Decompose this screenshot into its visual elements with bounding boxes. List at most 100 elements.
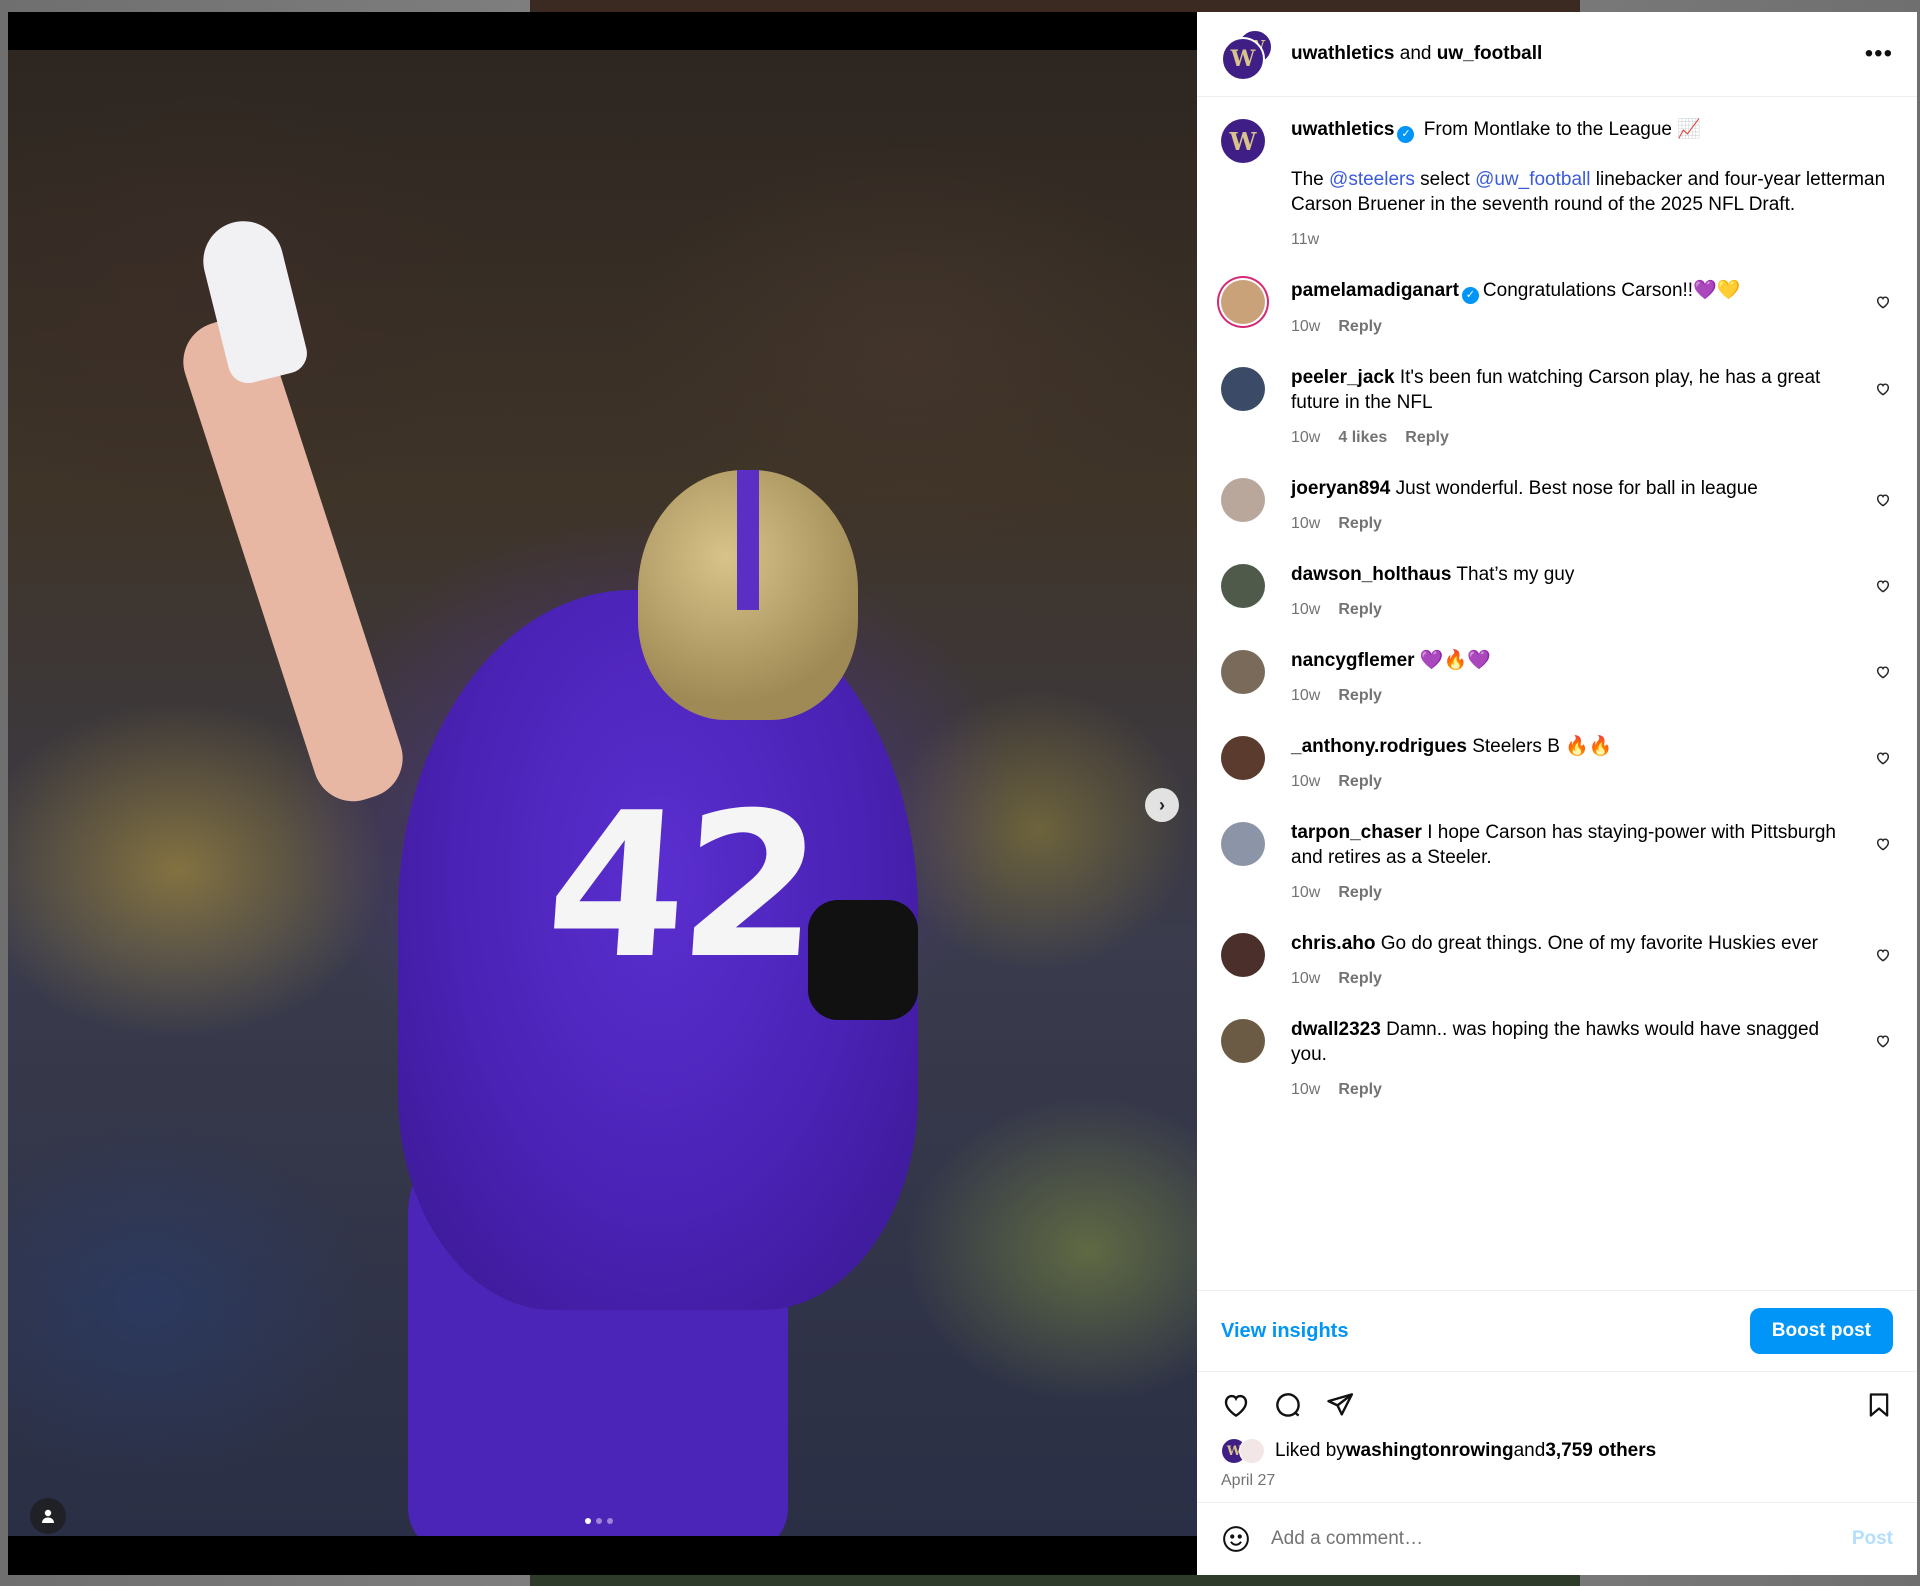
like-comment-heart-icon[interactable] <box>1875 294 1891 310</box>
avatar[interactable] <box>1221 933 1265 977</box>
like-comment-heart-icon[interactable] <box>1875 750 1891 766</box>
comment-time[interactable]: 10w <box>1291 884 1320 901</box>
comment-time[interactable]: 10w <box>1291 515 1320 532</box>
author-link[interactable]: uw_football <box>1437 43 1543 64</box>
boost-post-button[interactable]: Boost post <box>1749 1308 1893 1354</box>
like-comment-heart-icon[interactable] <box>1875 836 1891 852</box>
reply-button[interactable]: Reply <box>1338 884 1382 901</box>
bookmark-icon[interactable] <box>1865 1390 1893 1420</box>
like-comment-heart-icon[interactable] <box>1875 492 1891 508</box>
author-joiner: and <box>1399 43 1432 64</box>
reply-button[interactable]: Reply <box>1338 515 1382 532</box>
emoji-icon[interactable] <box>1221 1524 1251 1554</box>
post-date[interactable]: April 27 <box>1221 1472 1893 1490</box>
share-icon[interactable] <box>1325 1390 1355 1420</box>
comment-time[interactable]: 10w <box>1291 601 1320 618</box>
post-modal: 42 › W W uwathletics and uw_fo <box>8 12 1917 1575</box>
player-armband <box>808 900 918 1020</box>
comment-item: dawson_holthaus That’s my guy 10w Reply <box>1221 562 1893 622</box>
comment-likes[interactable]: 4 likes <box>1338 429 1387 446</box>
comment-username[interactable]: dawson_holthaus <box>1291 564 1451 585</box>
comment-item: peeler_jack It's been fun watching Carso… <box>1221 365 1893 450</box>
like-comment-heart-icon[interactable] <box>1875 947 1891 963</box>
likes-summary[interactable]: W Liked by washingtonrowing and 3,759 ot… <box>1221 1438 1893 1464</box>
avatar[interactable] <box>1221 650 1265 694</box>
comment-text: 💜🔥💜 <box>1419 650 1491 671</box>
comment-username[interactable]: _anthony.rodrigues <box>1291 736 1467 757</box>
caption-text-part: select <box>1414 169 1476 190</box>
reply-button[interactable]: Reply <box>1338 601 1382 618</box>
liked-count[interactable]: 3,759 others <box>1545 1440 1656 1462</box>
reply-button[interactable]: Reply <box>1338 318 1382 335</box>
like-comment-heart-icon[interactable] <box>1875 381 1891 397</box>
comment-username[interactable]: nancygflemer <box>1291 650 1415 671</box>
mention-link[interactable]: @steelers <box>1329 169 1415 190</box>
tagged-people-button[interactable] <box>30 1498 66 1534</box>
comment-text: Just wonderful. Best nose for ball in le… <box>1395 478 1758 499</box>
comment-time[interactable]: 10w <box>1291 687 1320 704</box>
avatar[interactable] <box>1221 736 1265 780</box>
avatar: W <box>1221 37 1265 81</box>
avatar[interactable] <box>1221 478 1265 522</box>
comment-username[interactable]: pamelamadiganart <box>1291 280 1459 301</box>
caption-headline: From Montlake to the League 📈 <box>1423 119 1701 140</box>
caption-time[interactable]: 11w <box>1291 231 1319 248</box>
verified-badge-icon: ✓ <box>1397 126 1415 143</box>
jersey-number: 42 <box>539 770 823 1003</box>
liked-prefix: Liked by <box>1275 1440 1346 1461</box>
avatar[interactable] <box>1221 367 1265 411</box>
reply-button[interactable]: Reply <box>1338 773 1382 790</box>
heart-icon[interactable] <box>1221 1390 1251 1420</box>
reply-button[interactable]: Reply <box>1338 687 1382 704</box>
comment-time[interactable]: 10w <box>1291 970 1320 987</box>
like-comment-heart-icon[interactable] <box>1875 578 1891 594</box>
caption-text-part: The <box>1291 169 1330 190</box>
avatar[interactable] <box>1221 564 1265 608</box>
comment-time[interactable]: 10w <box>1291 429 1320 446</box>
comment-username[interactable]: joeryan894 <box>1291 478 1390 499</box>
comment-username[interactable]: chris.aho <box>1291 933 1375 954</box>
comment-username[interactable]: peeler_jack <box>1291 367 1395 388</box>
comment-username[interactable]: dwall2323 <box>1291 1019 1381 1040</box>
like-comment-heart-icon[interactable] <box>1875 664 1891 680</box>
carousel-next-button[interactable]: › <box>1145 788 1179 822</box>
carousel-dot <box>596 1518 602 1524</box>
post-photo[interactable]: 42 <box>8 50 1197 1536</box>
comment-text: Steelers B 🔥🔥 <box>1472 736 1613 757</box>
reply-button[interactable]: Reply <box>1405 429 1449 446</box>
post-comment-button[interactable]: Post <box>1852 1528 1893 1550</box>
avatar[interactable]: W <box>1221 119 1265 163</box>
avatar[interactable] <box>1221 280 1265 324</box>
liked-user[interactable]: washingtonrowing <box>1346 1440 1514 1462</box>
comment-item: dwall2323 Damn.. was hoping the hawks wo… <box>1221 1017 1893 1102</box>
reply-button[interactable]: Reply <box>1338 970 1382 987</box>
post-author-title: uwathletics and uw_football <box>1291 43 1865 65</box>
author-link[interactable]: uwathletics <box>1291 43 1394 64</box>
post-media: 42 › <box>8 12 1197 1575</box>
collab-avatars[interactable]: W W <box>1221 29 1273 81</box>
comment-icon[interactable] <box>1273 1390 1303 1420</box>
caption-username[interactable]: uwathletics <box>1291 119 1394 140</box>
avatar[interactable] <box>1221 822 1265 866</box>
feed-backdrop-strip <box>530 1574 1580 1586</box>
reply-button[interactable]: Reply <box>1338 1081 1382 1098</box>
comment-item: pamelamadiganart ✓ Congratulations Carson!… <box>1221 278 1893 339</box>
comments-list[interactable]: W uwathletics ✓ From Montlake to the Leag… <box>1197 97 1917 1290</box>
carousel-dot <box>607 1518 613 1524</box>
comment-time[interactable]: 10w <box>1291 1081 1320 1098</box>
more-horizontal-icon[interactable]: ••• <box>1865 40 1893 68</box>
comment-time[interactable]: 10w <box>1291 773 1320 790</box>
comment-text: Congratulations Carson!!💜💛 <box>1482 280 1741 301</box>
carousel-dots <box>585 1518 613 1524</box>
like-comment-heart-icon[interactable] <box>1875 1033 1891 1049</box>
post-actions: W Liked by washingtonrowing and 3,759 ot… <box>1197 1371 1917 1502</box>
player-helmet <box>638 470 858 720</box>
comment-time[interactable]: 10w <box>1291 318 1320 335</box>
comment-username[interactable]: tarpon_chaser <box>1291 822 1422 843</box>
mention-link[interactable]: @uw_football <box>1475 169 1590 190</box>
view-insights-link[interactable]: View insights <box>1221 1320 1348 1343</box>
chevron-right-icon: › <box>1159 794 1165 815</box>
avatar[interactable] <box>1221 1019 1265 1063</box>
comment-input[interactable] <box>1269 1527 1852 1551</box>
feed-backdrop-strip <box>530 0 1580 12</box>
